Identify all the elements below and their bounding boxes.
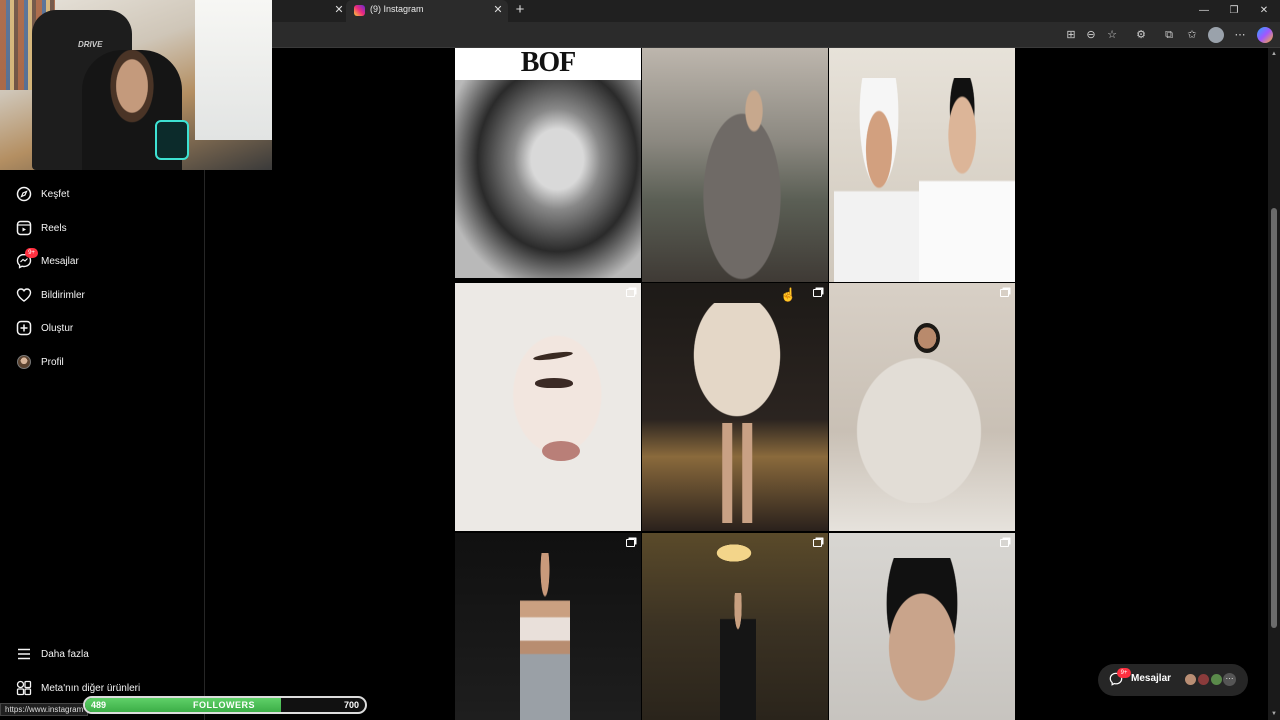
carousel-icon (813, 539, 822, 547)
messages-dock-label: Mesajlar (1131, 673, 1172, 684)
scroll-up-icon[interactable]: ▲ (1270, 50, 1278, 58)
close-tab-icon[interactable]: ✕ (491, 3, 505, 17)
grid-icon (16, 680, 32, 696)
scrollbar-thumb[interactable] (1271, 208, 1277, 628)
carousel-icon (626, 289, 635, 297)
extensions-icon[interactable]: ⚙ (1133, 27, 1149, 43)
carousel-icon (1000, 289, 1009, 297)
chandelier (704, 538, 764, 568)
sidebar-item-messages[interactable]: 9+ Mesajlar (16, 248, 196, 273)
sidebar-item-explore[interactable]: Keşfet (16, 182, 196, 206)
new-tab-button[interactable]: + (512, 1, 528, 19)
carousel-icon (626, 539, 635, 547)
more-avatars-icon: ··· (1223, 673, 1236, 686)
eyebrow (532, 350, 574, 362)
avatar (1210, 673, 1223, 686)
post-image (914, 323, 940, 353)
favorite-star-icon[interactable]: ☆ (1104, 27, 1120, 43)
post-fur-chair[interactable] (829, 283, 1015, 531)
hand-cursor-icon: ☝ (780, 287, 797, 302)
sidebar-item-label: Mesajlar (41, 255, 79, 267)
scroll-down-icon[interactable]: ▼ (1270, 710, 1278, 718)
reels-icon (16, 220, 32, 236)
microphone (155, 120, 189, 160)
post-image (682, 303, 792, 433)
post-fur-coat-balcony[interactable] (642, 283, 828, 531)
followers-current: 489 (91, 700, 107, 710)
zoom-icon[interactable]: ⊖ (1083, 27, 1099, 43)
sidebar-item-create[interactable]: Oluştur (16, 316, 196, 340)
sidebar-item-notifications[interactable]: Bildirimler (16, 283, 196, 307)
post-grid: BOF (455, 48, 1016, 720)
post-towel-selfie[interactable] (829, 48, 1015, 282)
followers-goal: 700 (343, 700, 359, 710)
sidebar-item-label: Daha fazla (41, 648, 89, 660)
compass-icon (16, 186, 32, 202)
sidebar-item-reels[interactable]: Reels (16, 216, 196, 240)
post-closeup-portrait[interactable] (829, 533, 1015, 720)
lips (542, 441, 580, 461)
status-url: https://www.instagram (0, 703, 89, 716)
sidebar-item-label: Meta'nın diğer ürünleri (41, 682, 141, 694)
post-image (919, 78, 1015, 282)
bof-logo: BOF (455, 48, 641, 80)
post-image (844, 343, 994, 503)
messenger-icon: 9+ (16, 248, 38, 269)
post-image (867, 558, 977, 720)
sidebar-item-label: Bildirimler (41, 289, 85, 301)
restore-button[interactable]: ❐ (1226, 3, 1242, 19)
sidebar-item-more[interactable]: Daha fazla (16, 642, 196, 666)
avatar (1197, 673, 1210, 686)
profile-icon[interactable] (1208, 27, 1224, 43)
post-image (720, 593, 756, 720)
sidebar-item-label: Profil (41, 356, 64, 368)
minimize-button[interactable]: — (1196, 3, 1212, 19)
sidebar-item-label: Keşfet (41, 188, 70, 200)
avatar (1184, 673, 1197, 686)
followers-label: FOLLOWERS (193, 700, 255, 710)
messages-dock-button[interactable]: 9+ Mesajlar ··· (1098, 664, 1248, 696)
scrollbar[interactable]: ▲ ▼ (1268, 48, 1280, 720)
tab-instagram[interactable]: (9) Instagram ✕ (346, 0, 508, 22)
apps-icon[interactable]: ⊞ (1063, 27, 1079, 43)
post-bof-portrait[interactable]: BOF (455, 48, 641, 278)
post-image (682, 68, 802, 282)
screen: ✕ (9) Instagram ✕ + — ❐ ✕ ⊞ ⊖ ☆ ⚙ ⧉ ✩ ⋯ … (0, 0, 1280, 720)
messages-dock-badge: 9+ (1117, 668, 1131, 678)
messages-badge: 9+ (25, 248, 38, 258)
sidebar-item-label: Oluştur (41, 322, 74, 334)
post-image (712, 423, 762, 523)
chair-brand: DRIVE (78, 40, 103, 49)
post-image (455, 80, 641, 278)
post-makeup-illustration[interactable] (455, 283, 641, 531)
followers-goal-bar: 489 FOLLOWERS 700 (83, 696, 367, 714)
carousel-icon (1000, 539, 1009, 547)
eye (535, 378, 573, 388)
post-couple[interactable] (642, 48, 828, 282)
window-close-button[interactable]: ✕ (1256, 3, 1272, 19)
post-palace-interior[interactable] (642, 533, 828, 720)
instagram-favicon-icon (354, 5, 365, 16)
close-previous-tab-icon[interactable]: ✕ (332, 3, 346, 17)
webcam-overlay: DRIVE (0, 0, 272, 170)
post-night-street[interactable] (455, 533, 641, 720)
instagram-sidebar: Keşfet Reels 9+ Mesajlar Bildirimler Olu… (0, 170, 205, 720)
copilot-icon[interactable] (1257, 27, 1273, 43)
carousel-icon (813, 289, 822, 297)
plus-square-icon (16, 320, 32, 336)
post-image (520, 553, 570, 720)
avatar (16, 354, 32, 370)
post-image (834, 78, 924, 282)
sidebar-item-label: Reels (41, 222, 67, 234)
menu-icon (16, 646, 32, 662)
more-menu-icon[interactable]: ⋯ (1232, 27, 1248, 43)
tab-title: (9) Instagram (370, 4, 424, 14)
heart-icon (16, 287, 32, 303)
sidebar-item-profile[interactable]: Profil (16, 350, 196, 374)
collections-icon[interactable]: ⧉ (1161, 27, 1177, 43)
window-light (195, 0, 272, 140)
favorites-icon[interactable]: ✩ (1184, 27, 1200, 43)
